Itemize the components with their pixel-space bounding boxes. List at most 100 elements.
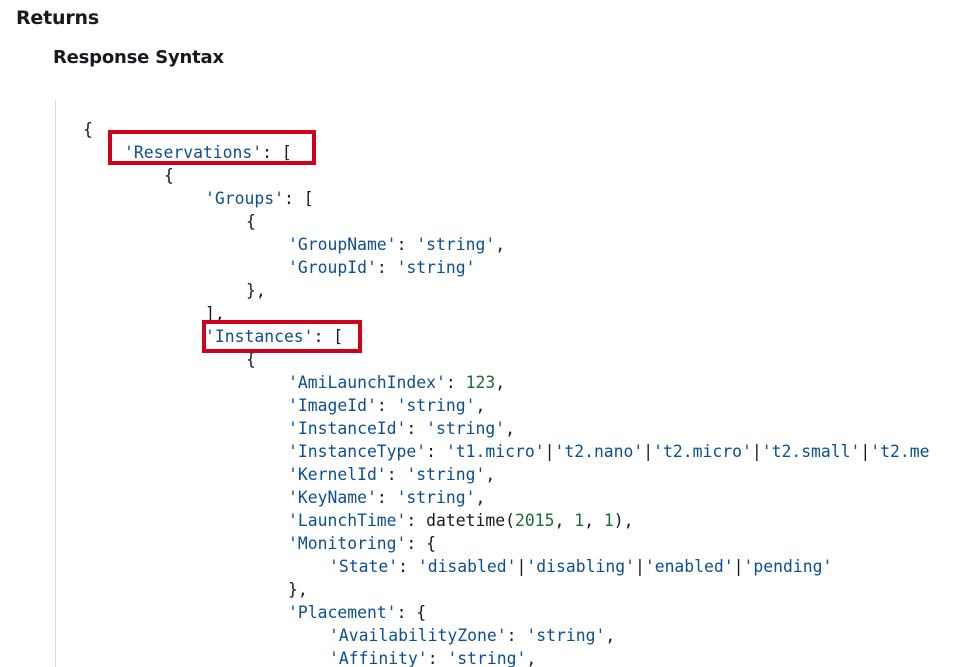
code-string: 'KernelId' [288, 465, 387, 484]
code-line: 'LaunchTime': datetime(2015, 1, 1), [288, 509, 633, 532]
code-line: 'AmiLaunchIndex': 123, [288, 371, 505, 394]
code-punctuation: | [860, 442, 871, 461]
code-line: { [246, 210, 256, 233]
code-line: 'InstanceType': 't1.micro'|'t2.nano'|'t2… [288, 440, 930, 463]
code-line: { [246, 348, 256, 371]
code-punctuation: : [ [262, 143, 292, 162]
code-line: }, [246, 279, 266, 302]
code-string: 't2.nano' [554, 442, 644, 461]
code-punctuation: : [396, 235, 417, 254]
code-line: 'ImageId': 'string', [288, 394, 485, 417]
code-line: 'Affinity': 'string', [329, 647, 536, 667]
code-string: 'InstanceType' [288, 442, 427, 461]
code-string: 'string' [396, 396, 476, 415]
code-number: 1 [574, 511, 585, 530]
code-punctuation: : [376, 488, 397, 507]
code-punctuation: , [475, 488, 486, 507]
code-punctuation: | [643, 442, 654, 461]
code-string: 'string' [426, 419, 506, 438]
code-string: 'disabling' [526, 557, 635, 576]
response-syntax-code-block: {'Reservations': [{'Groups': [{'GroupNam… [55, 100, 962, 667]
code-punctuation: ], [205, 304, 225, 323]
code-string: 'string' [396, 488, 476, 507]
code-punctuation: : [506, 626, 527, 645]
code-line: 'GroupName': 'string', [288, 233, 505, 256]
code-punctuation: { [164, 166, 174, 185]
code-punctuation: : [406, 419, 427, 438]
code-punctuation: : [376, 396, 397, 415]
code-string: 'ImageId' [288, 396, 377, 415]
code-punctuation: , [485, 465, 496, 484]
code-punctuation: : [427, 649, 448, 667]
code-number: 1 [603, 511, 614, 530]
code-punctuation: ), [613, 511, 634, 530]
code-string: 't1.micro' [445, 442, 545, 461]
code-punctuation: : datetime( [406, 511, 515, 530]
response-syntax-heading: Response Syntax [53, 47, 224, 68]
code-string: 'string' [526, 626, 606, 645]
code-line: 'State': 'disabled'|'disabling'|'enabled… [329, 555, 832, 578]
code-string: 'State' [329, 557, 399, 576]
code-punctuation: , [505, 419, 515, 438]
code-punctuation: { [246, 212, 256, 231]
code-punctuation: | [544, 442, 555, 461]
code-punctuation: { [246, 350, 256, 369]
code-line: ], [205, 302, 225, 325]
code-punctuation: : [398, 557, 418, 576]
code-punctuation: : [445, 373, 466, 392]
code-punctuation: , [495, 235, 506, 254]
code-string: 'string' [447, 649, 527, 667]
code-string: 't2.micro' [653, 442, 752, 461]
code-line: 'Instances': [ [205, 325, 343, 348]
code-string: 'Monitoring' [288, 534, 407, 553]
code-line: 'Placement': { [288, 601, 426, 624]
code-string: 'string' [406, 465, 486, 484]
code-line: { [164, 164, 174, 187]
code-punctuation: | [733, 557, 744, 576]
code-line: { [83, 118, 93, 141]
code-punctuation: , [475, 396, 486, 415]
code-punctuation: }, [288, 580, 308, 599]
code-punctuation: | [634, 557, 645, 576]
code-string: 'KeyName' [288, 488, 377, 507]
code-string: 'string' [416, 235, 496, 254]
code-punctuation: , [495, 373, 506, 392]
code-punctuation: : [ [313, 327, 344, 346]
code-punctuation: | [751, 442, 762, 461]
code-string: 'Affinity' [329, 649, 428, 667]
code-punctuation: : [386, 465, 407, 484]
code-punctuation: , [526, 649, 537, 667]
code-punctuation: : [ [283, 189, 314, 208]
code-line: 'InstanceId': 'string', [288, 417, 515, 440]
code-number: 123 [465, 373, 496, 392]
code-punctuation: , [605, 626, 616, 645]
code-number: 2015 [514, 511, 555, 530]
code-line: 'GroupId': 'string' [288, 256, 476, 279]
returns-heading: Returns [16, 7, 99, 29]
code-punctuation: | [516, 557, 527, 576]
code-punctuation: }, [246, 281, 266, 300]
code-line: }, [288, 578, 308, 601]
code-string: 't2.me [870, 442, 930, 461]
code-punctuation: : { [406, 534, 437, 553]
code-line: 'KeyName': 'string', [288, 486, 485, 509]
code-string: 'GroupName' [288, 235, 397, 254]
code-line: 'AvailabilityZone': 'string', [329, 624, 615, 647]
code-string: 'Placement' [288, 603, 397, 622]
code-string: 'GroupId' [288, 258, 377, 277]
code-string: 'Groups' [205, 189, 284, 208]
code-line: 'KernelId': 'string', [288, 463, 495, 486]
code-punctuation: : [376, 258, 397, 277]
code-punctuation: , [554, 511, 575, 530]
code-line: 'Monitoring': { [288, 532, 436, 555]
code-punctuation: { [83, 120, 93, 139]
code-string: 'Instances' [205, 327, 314, 346]
code-string: 't2.small' [761, 442, 861, 461]
code-string: 'disabled' [417, 557, 517, 576]
code-string: 'InstanceId' [288, 419, 407, 438]
code-string: 'LaunchTime' [288, 511, 407, 530]
code-line: 'Groups': [ [205, 187, 314, 210]
code-string: 'pending' [743, 557, 833, 576]
code-string: 'Reservations' [124, 143, 263, 162]
code-string: 'enabled' [644, 557, 734, 576]
